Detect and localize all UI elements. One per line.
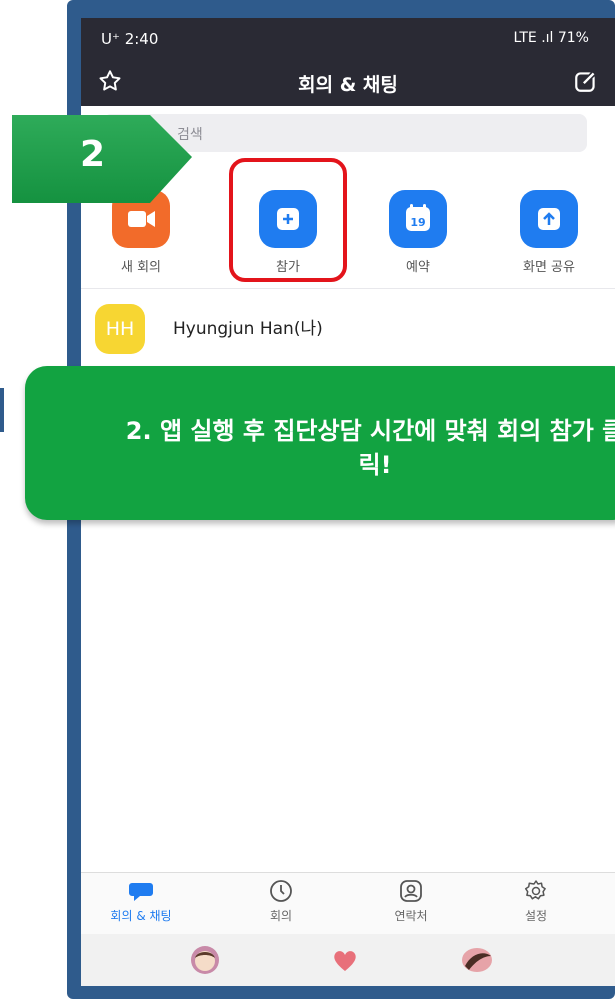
calendar-day: 19: [410, 216, 425, 229]
bottom-nav: 회의 & 채팅 회의 연락처 설정: [81, 872, 615, 935]
share-screen-button[interactable]: 화면 공유: [509, 190, 589, 275]
step-number: 2: [80, 134, 106, 175]
clock-icon: [270, 880, 292, 902]
calendar-icon: 19: [389, 190, 447, 248]
tab-meetings-chat[interactable]: 회의 & 채팅: [96, 879, 186, 924]
join-highlight: [229, 158, 347, 282]
avatar: HH: [95, 304, 145, 354]
contact-name: Hyungjun Han(나): [173, 319, 323, 339]
tab-contacts[interactable]: 연락처: [366, 879, 456, 924]
system-tray: [81, 934, 615, 986]
app-header: 회의 & 채팅: [81, 58, 615, 106]
page-title: 회의 & 채팅: [298, 74, 398, 96]
callout-text: 2. 앱 실행 후 집단상담 시간에 맞춰 회의 참가 클릭!: [125, 417, 615, 479]
compose-icon[interactable]: [573, 68, 599, 94]
contact-icon: [400, 880, 422, 902]
tab-label: 설정: [524, 909, 548, 923]
schedule-button[interactable]: 19 예약: [378, 190, 458, 275]
tab-settings[interactable]: 설정: [491, 879, 581, 924]
share-up-icon: [520, 190, 578, 248]
gear-icon: [524, 880, 546, 900]
face-icon[interactable]: [189, 944, 221, 976]
share-screen-label: 화면 공유: [523, 260, 575, 275]
carrier-label: U⁺: [101, 30, 120, 48]
clock-time: 2:40: [124, 30, 159, 48]
tab-label: 회의 & 채팅: [110, 909, 172, 923]
schedule-label: 예약: [406, 260, 430, 275]
new-meeting-label: 새 회의: [120, 260, 161, 275]
hair-icon[interactable]: [461, 944, 493, 976]
side-marker: [0, 388, 4, 432]
instruction-callout: 2. 앱 실행 후 집단상담 시간에 맞춰 회의 참가 클릭!: [25, 366, 615, 520]
list-item[interactable]: HH Hyungjun Han(나): [81, 290, 615, 360]
status-bar: U⁺ 2:40 LTE .ıl 71%: [81, 18, 615, 58]
status-right: LTE .ıl 71%: [513, 30, 589, 46]
heart-icon[interactable]: [329, 944, 361, 976]
tab-meetings[interactable]: 회의: [236, 879, 326, 924]
tab-label: 회의: [269, 909, 293, 923]
tab-label: 연락처: [394, 909, 428, 923]
status-left: U⁺ 2:40: [101, 30, 158, 48]
chat-bubble-icon: [129, 883, 153, 901]
